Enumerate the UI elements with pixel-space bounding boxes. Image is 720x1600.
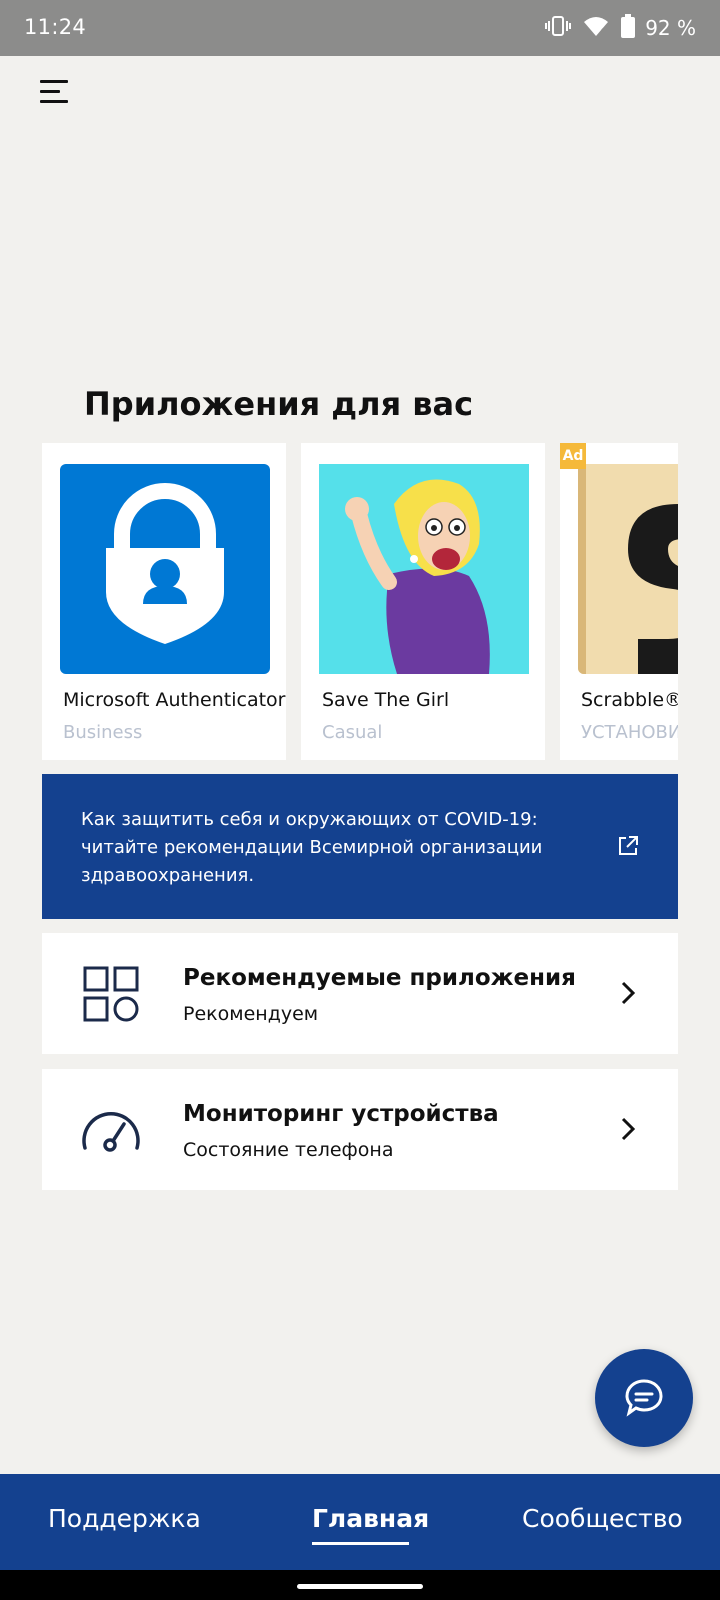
system-navigation-bar [0, 1570, 720, 1600]
save-the-girl-icon [319, 464, 529, 674]
covid-banner[interactable]: Как защитить себя и окружающих от COVID-… [42, 774, 678, 919]
wifi-icon: 4 [583, 15, 609, 41]
nav-tab-community[interactable]: Сообщество [522, 1504, 683, 1533]
ad-badge: Ad [560, 443, 586, 469]
chevron-right-icon [618, 1115, 638, 1143]
home-gesture-pill[interactable] [297, 1584, 423, 1589]
list-item-subtitle: Состояние телефона [183, 1139, 394, 1161]
app-category: Business [63, 722, 143, 743]
app-name: Scrabble® [581, 689, 678, 711]
bottom-navigation: Поддержка Главная Сообщество [0, 1474, 720, 1570]
battery-icon [621, 14, 636, 42]
chat-bubble-icon [625, 1379, 663, 1417]
app-card-scrabble[interactable]: Ad Scrabble® УСТАНОВИТЬ [560, 443, 678, 760]
list-item-subtitle: Рекомендуем [183, 1003, 319, 1025]
battery-percent: 92 % [645, 16, 696, 40]
app-card-save-the-girl[interactable]: Save The Girl Casual [301, 443, 545, 760]
nav-tab-home[interactable]: Главная [312, 1504, 429, 1533]
app-install-label[interactable]: УСТАНОВИТЬ [581, 722, 678, 743]
app-name: Microsoft Authenticator [63, 689, 286, 711]
covid-banner-text: Как защитить себя и окружающих от COVID-… [81, 809, 543, 886]
list-item-title: Рекомендуемые приложения [183, 965, 576, 991]
app-category: Casual [322, 722, 383, 743]
authenticator-icon [60, 464, 270, 674]
hamburger-menu-icon[interactable] [40, 80, 72, 108]
chat-button[interactable] [595, 1349, 693, 1447]
status-time: 11:24 [24, 15, 87, 39]
speedometer-icon [80, 1100, 142, 1160]
status-bar: 11:24 4 92 % [0, 0, 720, 56]
list-item-title: Мониторинг устройства [183, 1101, 499, 1127]
device-monitoring-item[interactable]: Мониторинг устройства Состояние телефона [42, 1069, 678, 1190]
scrabble-icon [578, 464, 678, 674]
chevron-right-icon [618, 979, 638, 1007]
svg-text:4: 4 [599, 28, 605, 37]
apps-section-title: Приложения для вас [84, 385, 474, 423]
external-link-icon [616, 834, 640, 858]
active-tab-indicator [312, 1542, 409, 1545]
app-name: Save The Girl [322, 689, 450, 711]
vibrate-icon [545, 14, 572, 42]
recommended-apps-item[interactable]: Рекомендуемые приложения Рекомендуем [42, 933, 678, 1054]
nav-tab-support[interactable]: Поддержка [48, 1504, 201, 1533]
apps-grid-icon [80, 964, 142, 1024]
apps-carousel[interactable]: Microsoft Authenticator Business Save Th… [42, 443, 678, 760]
status-icons: 4 92 % [545, 14, 696, 42]
app-card-authenticator[interactable]: Microsoft Authenticator Business [42, 443, 286, 760]
